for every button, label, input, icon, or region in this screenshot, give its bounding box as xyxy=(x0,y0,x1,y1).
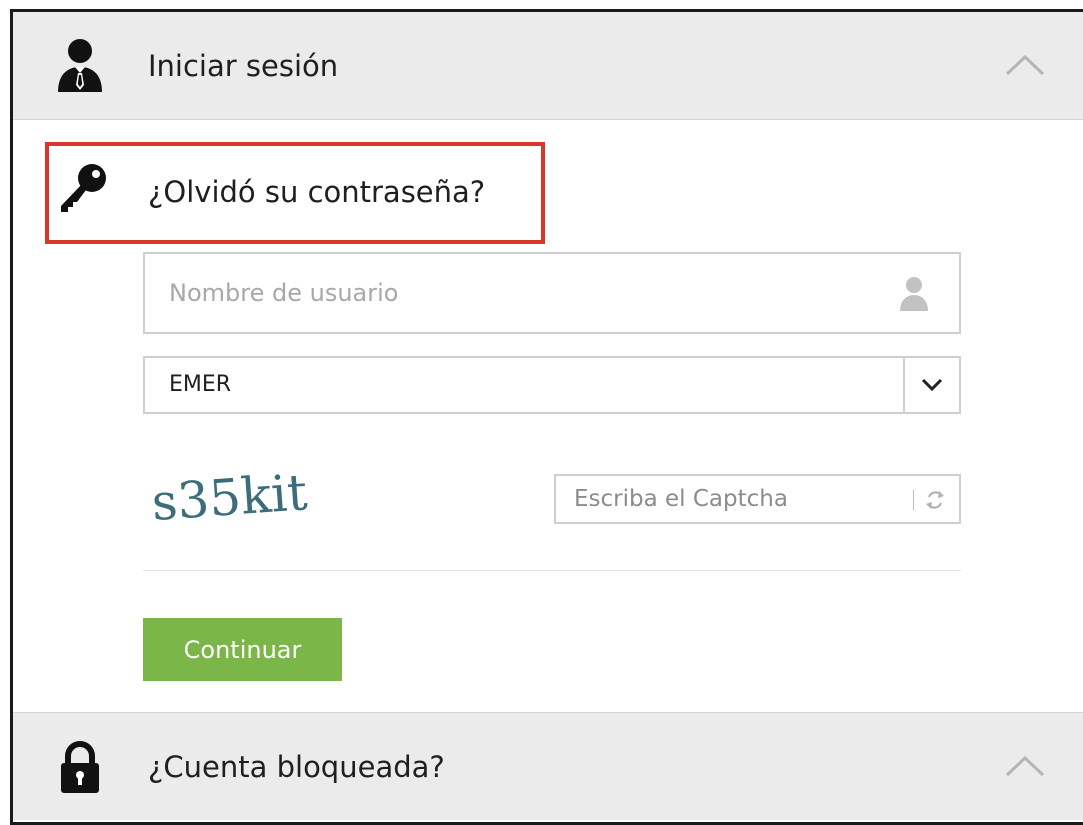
continue-button[interactable]: Continuar xyxy=(143,618,342,681)
username-input[interactable] xyxy=(145,254,865,332)
username-field[interactable] xyxy=(143,252,961,334)
domain-select[interactable]: EMER xyxy=(143,356,961,414)
chevron-down-icon xyxy=(921,378,943,392)
forgot-password-title[interactable]: ¿Olvidó su contraseña? xyxy=(148,162,485,222)
login-section-title: Iniciar sesión xyxy=(148,49,339,83)
user-tie-icon xyxy=(58,39,102,92)
captcha-field[interactable] xyxy=(554,474,961,524)
domain-selected-value: EMER xyxy=(169,372,232,397)
form-divider xyxy=(143,570,961,571)
refresh-icon[interactable] xyxy=(924,488,946,512)
chevron-up-icon[interactable] xyxy=(1003,753,1047,779)
locked-account-section-title: ¿Cuenta bloqueada? xyxy=(148,750,445,784)
captcha-input[interactable] xyxy=(556,476,896,522)
svg-text:s35kit: s35kit xyxy=(150,463,309,532)
captcha-image: s35kit xyxy=(150,463,309,532)
domain-dropdown-toggle[interactable] xyxy=(903,358,959,412)
login-section-header[interactable]: Iniciar sesión xyxy=(13,12,1083,120)
lock-icon xyxy=(61,741,99,793)
locked-account-section-header[interactable]: ¿Cuenta bloqueada? xyxy=(13,712,1083,820)
chevron-up-icon[interactable] xyxy=(1003,52,1047,78)
user-icon xyxy=(900,277,928,311)
key-icon xyxy=(61,164,106,212)
captcha-separator xyxy=(913,490,914,510)
login-panel: Iniciar sesión ¿Olvidó su contraseña? EM… xyxy=(10,9,1083,825)
